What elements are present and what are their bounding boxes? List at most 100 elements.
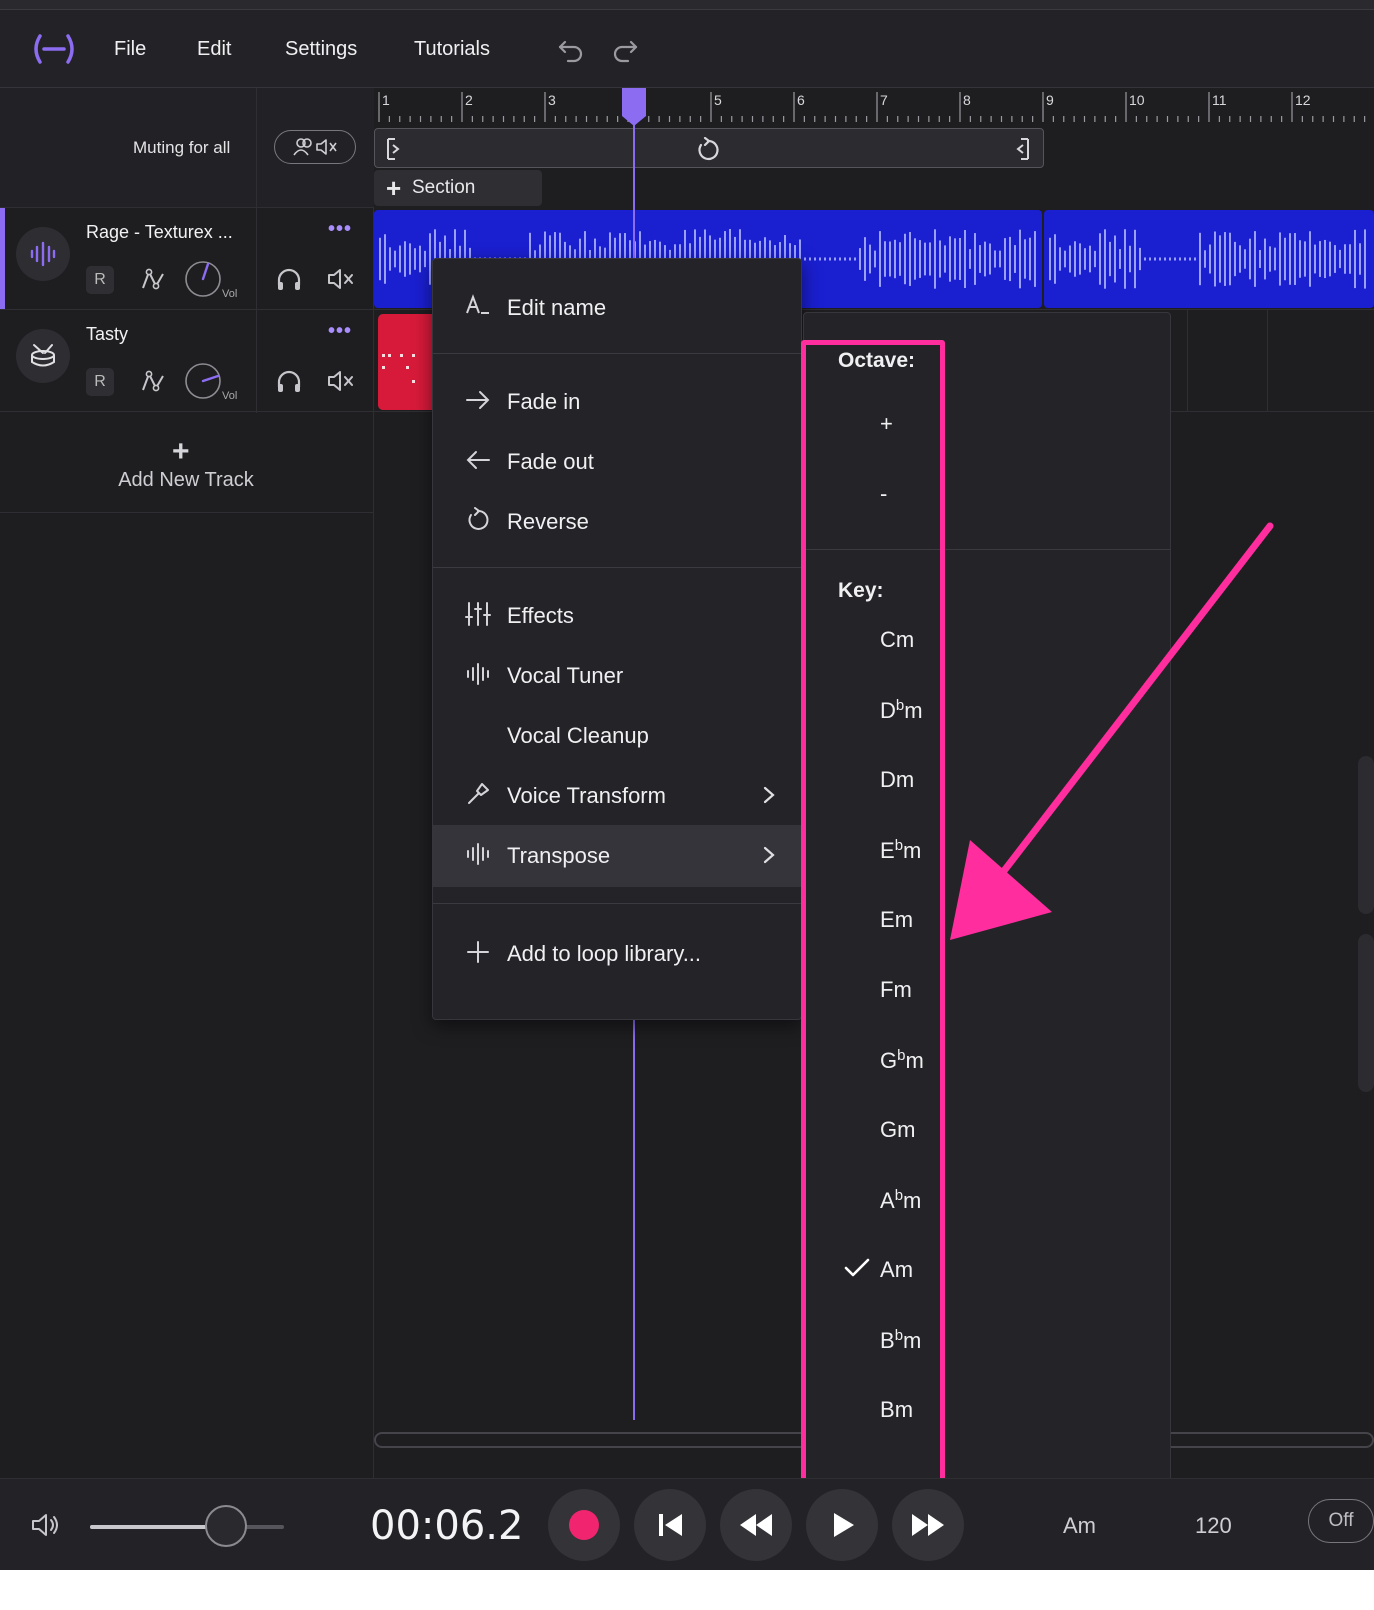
waveform-icon bbox=[467, 663, 489, 685]
menu-item-fade-in[interactable]: Fade in bbox=[433, 371, 801, 433]
track-panel: Muting for all Rage - Texturex ... ••• R… bbox=[0, 88, 374, 1478]
project-tempo[interactable]: 120 bbox=[1195, 1513, 1232, 1539]
undo-icon[interactable] bbox=[556, 34, 586, 64]
ruler-bar-label: 5 bbox=[714, 92, 722, 108]
menu-tutorials[interactable]: Tutorials bbox=[414, 38, 490, 61]
annotation-arrow-icon bbox=[950, 522, 1274, 940]
loop-icon[interactable] bbox=[695, 137, 721, 163]
track-avatar[interactable] bbox=[16, 227, 70, 281]
add-section-button[interactable]: + Section bbox=[374, 170, 542, 206]
track-row[interactable]: Rage - Texturex ... ••• R Vol bbox=[0, 208, 374, 310]
menu-item-vocal-tuner[interactable]: Vocal Tuner bbox=[433, 645, 801, 707]
ruler-bar-label: 12 bbox=[1295, 92, 1311, 108]
record-arm-button[interactable]: R bbox=[86, 368, 114, 396]
wand-icon bbox=[468, 783, 489, 804]
master-volume-thumb[interactable] bbox=[204, 1505, 247, 1547]
redo-icon[interactable] bbox=[610, 34, 640, 64]
menu-divider bbox=[433, 353, 801, 354]
ruler-bar-label: 9 bbox=[1046, 92, 1054, 108]
loop-start-handle-icon[interactable] bbox=[385, 137, 405, 161]
menu-item-fade-out[interactable]: Fade out bbox=[433, 431, 801, 493]
speaker-icon[interactable] bbox=[30, 1509, 62, 1541]
timeline-ruler[interactable]: 1 2 3 5 6 7 8 9 10 11 12 bbox=[374, 88, 1374, 128]
menu-item-label: Effects bbox=[507, 603, 574, 628]
menu-item-label: Vocal Tuner bbox=[507, 663, 624, 688]
automation-icon[interactable] bbox=[140, 366, 166, 396]
track-options-button[interactable]: ••• bbox=[328, 320, 352, 343]
playhead-handle[interactable] bbox=[620, 88, 648, 126]
ruler-bar-label: 2 bbox=[465, 92, 473, 108]
menu-item-label: Add to loop library... bbox=[507, 941, 702, 966]
volume-knob[interactable] bbox=[184, 362, 222, 400]
record-arm-button[interactable]: R bbox=[86, 266, 114, 294]
ruler-bar-label: 11 bbox=[1212, 92, 1227, 108]
play-button[interactable] bbox=[806, 1489, 878, 1561]
menu-settings[interactable]: Settings bbox=[285, 38, 357, 61]
menu-item-reverse[interactable]: Reverse bbox=[433, 491, 801, 553]
play-icon bbox=[834, 1513, 854, 1537]
mute-all-toggle[interactable] bbox=[274, 130, 356, 164]
menu-item-add-to-loop-library[interactable]: Add to loop library... bbox=[433, 923, 801, 985]
track-name[interactable]: Tasty bbox=[86, 324, 128, 345]
arrow-right-icon bbox=[466, 391, 490, 409]
app-logo-icon[interactable] bbox=[30, 32, 78, 66]
menu-item-label: Edit name bbox=[507, 295, 607, 320]
plus-icon: + bbox=[386, 173, 402, 203]
menubar: File Edit Settings Tutorials bbox=[0, 10, 1374, 88]
headphones-icon[interactable] bbox=[275, 265, 303, 293]
muting-header: Muting for all bbox=[0, 88, 374, 208]
project-key[interactable]: Am bbox=[1063, 1513, 1096, 1539]
track-avatar[interactable] bbox=[16, 329, 70, 383]
track-options-button[interactable]: ••• bbox=[328, 218, 352, 241]
track-name[interactable]: Rage - Texturex ... bbox=[86, 222, 233, 243]
drum-icon bbox=[31, 344, 55, 367]
ruler-bar-label: 7 bbox=[880, 92, 888, 108]
reverse-icon bbox=[468, 507, 489, 530]
waveform-icon bbox=[30, 241, 56, 267]
skip-to-start-button[interactable] bbox=[634, 1489, 706, 1561]
automation-icon[interactable] bbox=[140, 264, 166, 294]
menu-item-voice-transform[interactable]: Voice Transform bbox=[433, 765, 801, 827]
ruler-bar-label: 8 bbox=[963, 92, 971, 108]
vertical-scrollbar[interactable] bbox=[1358, 934, 1374, 1092]
menu-edit[interactable]: Edit bbox=[197, 38, 231, 61]
vertical-scrollbar[interactable] bbox=[1358, 756, 1374, 914]
menu-item-edit-name[interactable]: Edit name bbox=[433, 277, 801, 339]
fast-forward-icon bbox=[912, 1514, 944, 1536]
rewind-icon bbox=[740, 1514, 772, 1536]
sliders-icon bbox=[465, 602, 491, 626]
menu-divider bbox=[433, 903, 801, 904]
menu-item-effects[interactable]: Effects bbox=[433, 585, 801, 647]
chevron-right-icon bbox=[763, 786, 775, 804]
annotation-highlight-box bbox=[801, 340, 945, 1492]
volume-knob[interactable] bbox=[184, 260, 222, 298]
track-row[interactable]: Tasty ••• R Vol bbox=[0, 310, 374, 412]
fast-forward-button[interactable] bbox=[892, 1489, 964, 1561]
loop-region[interactable] bbox=[374, 128, 1044, 168]
add-track-label: Add New Track bbox=[118, 469, 254, 491]
rewind-button[interactable] bbox=[720, 1489, 792, 1561]
grid-line bbox=[1267, 310, 1268, 412]
skip-back-icon bbox=[659, 1514, 682, 1536]
section-label: Section bbox=[412, 177, 476, 198]
add-track-button[interactable]: + Add New Track bbox=[0, 413, 374, 513]
text-icon bbox=[466, 294, 489, 314]
transport-bar: 00:06.2 Am 120 Off bbox=[0, 1478, 1374, 1570]
record-button[interactable] bbox=[548, 1489, 620, 1561]
ruler-bar-label: 10 bbox=[1129, 92, 1145, 108]
loop-end-handle-icon[interactable] bbox=[1011, 137, 1031, 161]
clip-context-menu: Edit name Fade in Fade out Reverse Effec… bbox=[432, 258, 802, 1020]
volume-label: Vol bbox=[222, 390, 238, 402]
loop-region-bar[interactable] bbox=[374, 128, 1374, 168]
menu-file[interactable]: File bbox=[114, 38, 146, 61]
mute-icon[interactable] bbox=[326, 367, 356, 395]
headphones-icon[interactable] bbox=[275, 367, 303, 395]
audio-clip[interactable] bbox=[1044, 210, 1374, 308]
app-window: File Edit Settings Tutorials Muting for … bbox=[0, 0, 1374, 1570]
metronome-toggle[interactable]: Off bbox=[1308, 1499, 1374, 1543]
mute-icon[interactable] bbox=[326, 265, 356, 293]
menu-item-label: Vocal Cleanup bbox=[507, 723, 649, 748]
menu-item-transpose[interactable]: Transpose bbox=[433, 825, 801, 887]
menu-item-label: Voice Transform bbox=[507, 783, 666, 808]
menu-item-vocal-cleanup[interactable]: Vocal Cleanup bbox=[433, 705, 801, 767]
